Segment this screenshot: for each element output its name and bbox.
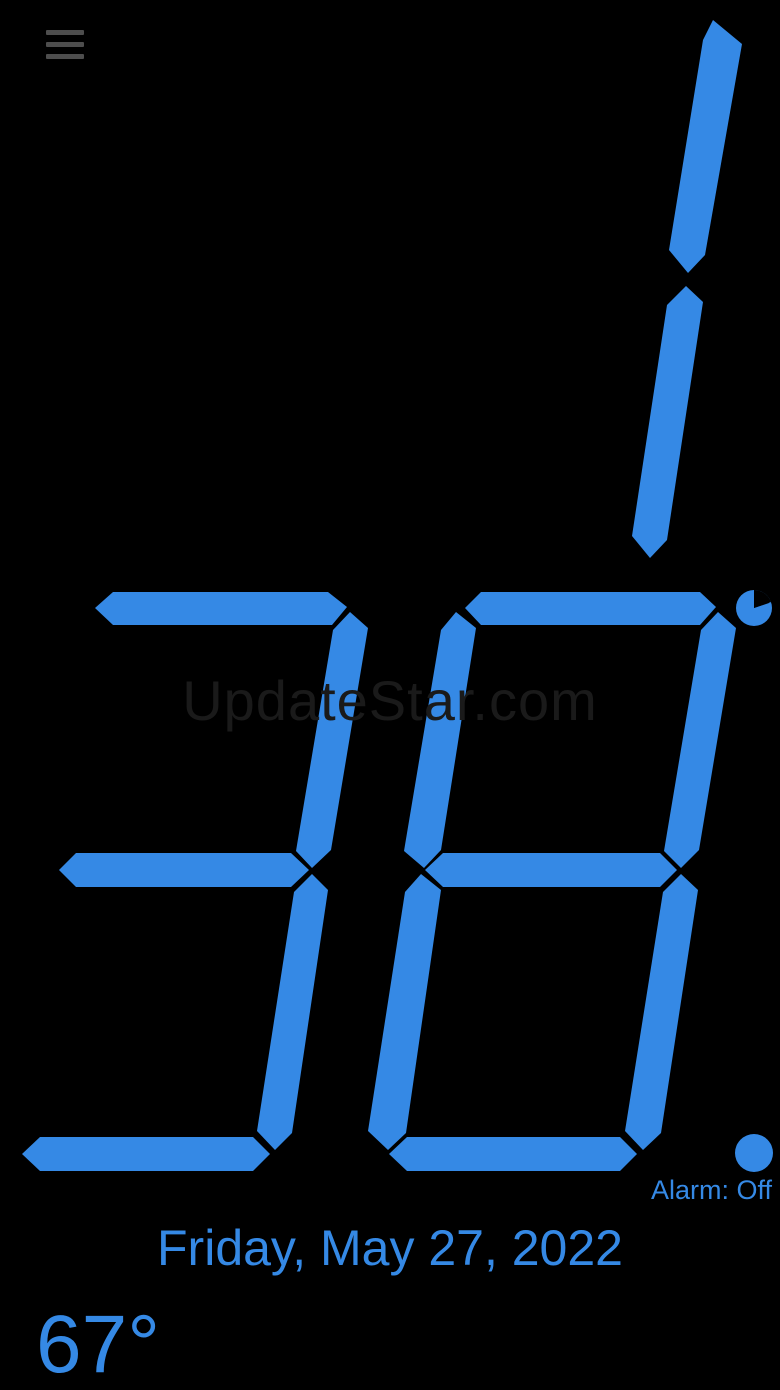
segment <box>425 853 677 887</box>
segment <box>465 592 716 625</box>
segment <box>59 853 309 887</box>
segment <box>625 874 698 1150</box>
segment <box>95 592 347 625</box>
clock-display <box>22 20 773 1172</box>
alarm-status[interactable]: Alarm: Off <box>651 1175 772 1206</box>
pm-dot-icon <box>735 1134 773 1172</box>
hour-digit <box>632 20 742 558</box>
segment <box>368 874 441 1150</box>
segment <box>257 874 328 1150</box>
segment <box>632 286 703 558</box>
segment <box>389 1137 637 1171</box>
segment <box>22 1137 270 1171</box>
temperature-label[interactable]: 67° <box>36 1304 160 1386</box>
seconds-progress-icon <box>736 590 772 626</box>
segment <box>296 612 368 868</box>
watermark: UpdateStar.com <box>182 669 598 732</box>
date-label: Friday, May 27, 2022 <box>157 1220 623 1276</box>
segment <box>664 612 736 868</box>
segment <box>404 612 476 868</box>
segment <box>669 20 742 273</box>
